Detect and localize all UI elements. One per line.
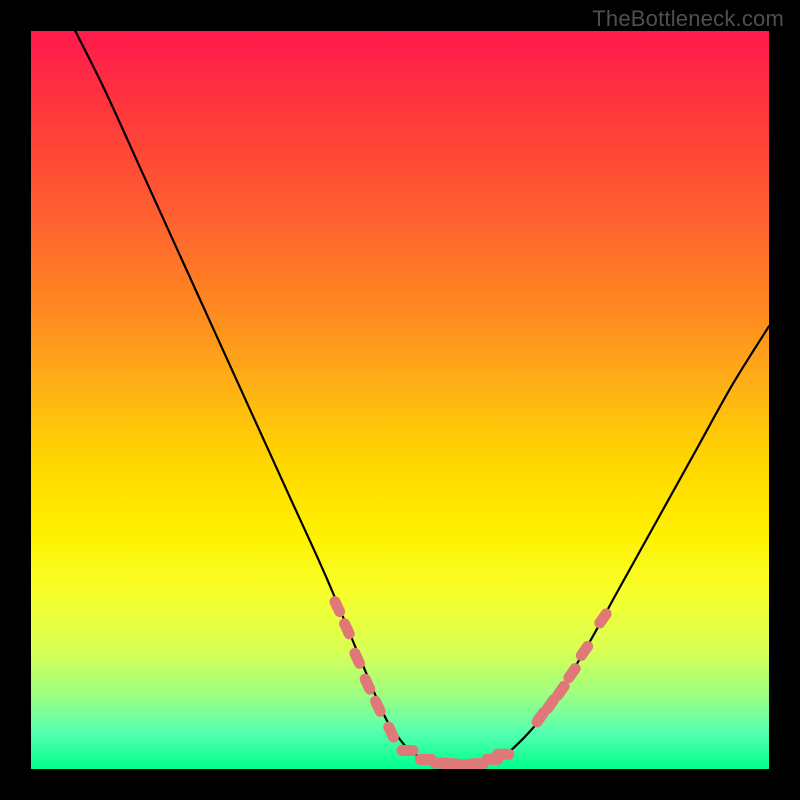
bottleneck-curve bbox=[75, 31, 769, 766]
watermark-text: TheBottleneck.com bbox=[592, 6, 784, 32]
curve-marker bbox=[592, 606, 614, 630]
plot-area bbox=[31, 31, 769, 769]
curve-svg bbox=[31, 31, 769, 769]
curve-marker bbox=[492, 749, 514, 760]
curve-marker bbox=[381, 720, 400, 745]
curve-marker bbox=[574, 639, 596, 663]
curve-marker bbox=[396, 745, 418, 756]
curve-marker bbox=[328, 594, 347, 619]
curve-markers bbox=[328, 594, 614, 769]
curve-marker bbox=[337, 617, 356, 642]
chart-frame: TheBottleneck.com bbox=[0, 0, 800, 800]
